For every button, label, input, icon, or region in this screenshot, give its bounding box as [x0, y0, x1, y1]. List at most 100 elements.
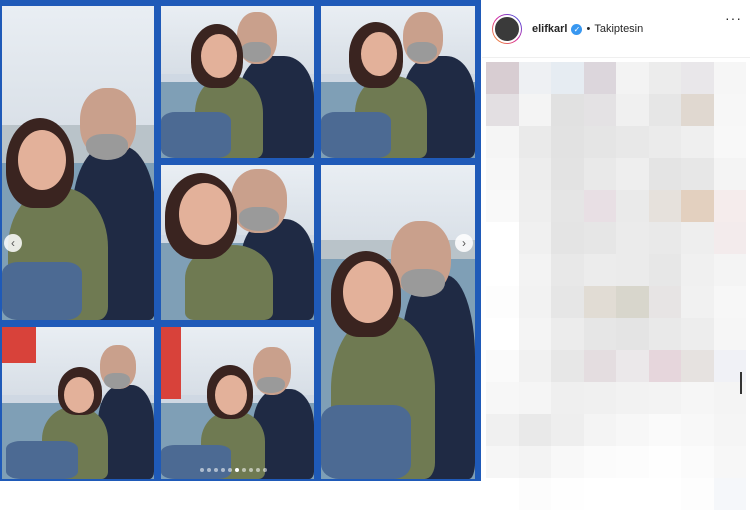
mosaic-cell	[681, 62, 714, 94]
photo-tile	[161, 6, 314, 158]
mosaic-cell	[616, 190, 649, 222]
jeans	[321, 112, 391, 158]
mosaic-cell	[681, 382, 714, 414]
mosaic-cell	[648, 158, 681, 190]
carousel-dot	[228, 468, 232, 472]
man-beard	[86, 134, 128, 160]
flag	[161, 327, 181, 399]
mosaic-cell	[681, 126, 714, 158]
username-link[interactable]: elifkarl	[532, 23, 567, 35]
mosaic-cell	[713, 190, 746, 222]
carousel-dot	[235, 468, 239, 472]
man-beard	[241, 42, 271, 62]
mosaic-cell	[648, 350, 681, 382]
mosaic-cell	[583, 126, 616, 158]
jeans	[2, 262, 82, 320]
jeans	[161, 112, 231, 158]
mosaic-cell	[681, 478, 714, 510]
chevron-left-icon[interactable]: ‹	[4, 234, 22, 252]
mosaic-cell	[583, 446, 616, 478]
mosaic-cell	[583, 222, 616, 254]
mosaic-cell	[616, 318, 649, 350]
woman-face	[201, 34, 237, 78]
mosaic-cell	[681, 318, 714, 350]
mosaic-cell	[713, 222, 746, 254]
photo-tile	[2, 6, 154, 320]
blurred-comments-area	[486, 62, 746, 510]
mosaic-cell	[648, 222, 681, 254]
mosaic-cell	[648, 446, 681, 478]
mosaic-cell	[648, 382, 681, 414]
mosaic-cell	[583, 318, 616, 350]
woman-face	[215, 375, 247, 415]
verified-badge-icon: ✓	[571, 23, 583, 35]
woman-face	[64, 377, 94, 413]
mosaic-cell	[486, 94, 519, 126]
mosaic-cell	[518, 318, 551, 350]
scrollbar-thumb[interactable]	[740, 372, 742, 394]
jeans	[321, 405, 411, 479]
woman-face	[18, 130, 66, 190]
carousel-dot	[263, 468, 267, 472]
woman-face	[361, 32, 397, 76]
mosaic-cell	[583, 382, 616, 414]
mosaic-cell	[616, 478, 649, 510]
mosaic-cell	[486, 478, 519, 510]
mosaic-cell	[486, 318, 519, 350]
avatar[interactable]	[492, 14, 522, 44]
photo-collage[interactable]: ‹ ›	[0, 0, 481, 481]
mosaic-cell	[681, 190, 714, 222]
mosaic-cell	[551, 478, 584, 510]
mosaic-cell	[713, 286, 746, 318]
carousel-dot	[200, 468, 204, 472]
photo-tile	[2, 327, 154, 479]
mosaic-cell	[583, 350, 616, 382]
mosaic-cell	[681, 254, 714, 286]
mosaic-cell	[713, 158, 746, 190]
mosaic-cell	[518, 350, 551, 382]
chevron-right-icon[interactable]: ›	[455, 234, 473, 252]
mosaic-cell	[518, 478, 551, 510]
woman-face	[343, 261, 393, 323]
mosaic-cell	[551, 222, 584, 254]
mosaic-cell	[583, 62, 616, 94]
mosaic-cell	[486, 190, 519, 222]
man-beard	[257, 377, 285, 393]
more-options-icon[interactable]: ···	[725, 10, 742, 26]
mosaic-cell	[551, 318, 584, 350]
carousel-dot	[256, 468, 260, 472]
mosaic-cell	[681, 414, 714, 446]
follow-status[interactable]: Takiptesin	[594, 23, 643, 35]
mosaic-cell	[583, 94, 616, 126]
mosaic-cell	[518, 126, 551, 158]
man-beard	[239, 207, 279, 231]
mosaic-cell	[583, 158, 616, 190]
avatar-image	[493, 15, 521, 43]
mosaic-cell	[486, 446, 519, 478]
mosaic-cell	[518, 158, 551, 190]
mosaic-cell	[518, 286, 551, 318]
mosaic-cell	[486, 286, 519, 318]
mosaic-cell	[616, 62, 649, 94]
header-divider	[482, 57, 750, 58]
mosaic-cell	[713, 126, 746, 158]
mosaic-cell	[486, 222, 519, 254]
mosaic-cell	[648, 414, 681, 446]
mosaic-cell	[713, 254, 746, 286]
mosaic-cell	[486, 382, 519, 414]
mosaic-cell	[551, 286, 584, 318]
mosaic-cell	[648, 190, 681, 222]
mosaic-cell	[551, 126, 584, 158]
mosaic-cell	[583, 254, 616, 286]
mosaic-cell	[518, 190, 551, 222]
mosaic-cell	[518, 446, 551, 478]
mosaic-cell	[713, 414, 746, 446]
mosaic-cell	[518, 382, 551, 414]
man-beard	[401, 269, 445, 297]
photo-tile	[321, 6, 475, 158]
mosaic-cell	[616, 446, 649, 478]
mosaic-cell	[486, 126, 519, 158]
mosaic-cell	[648, 126, 681, 158]
mosaic-cell	[713, 318, 746, 350]
carousel-dot	[207, 468, 211, 472]
